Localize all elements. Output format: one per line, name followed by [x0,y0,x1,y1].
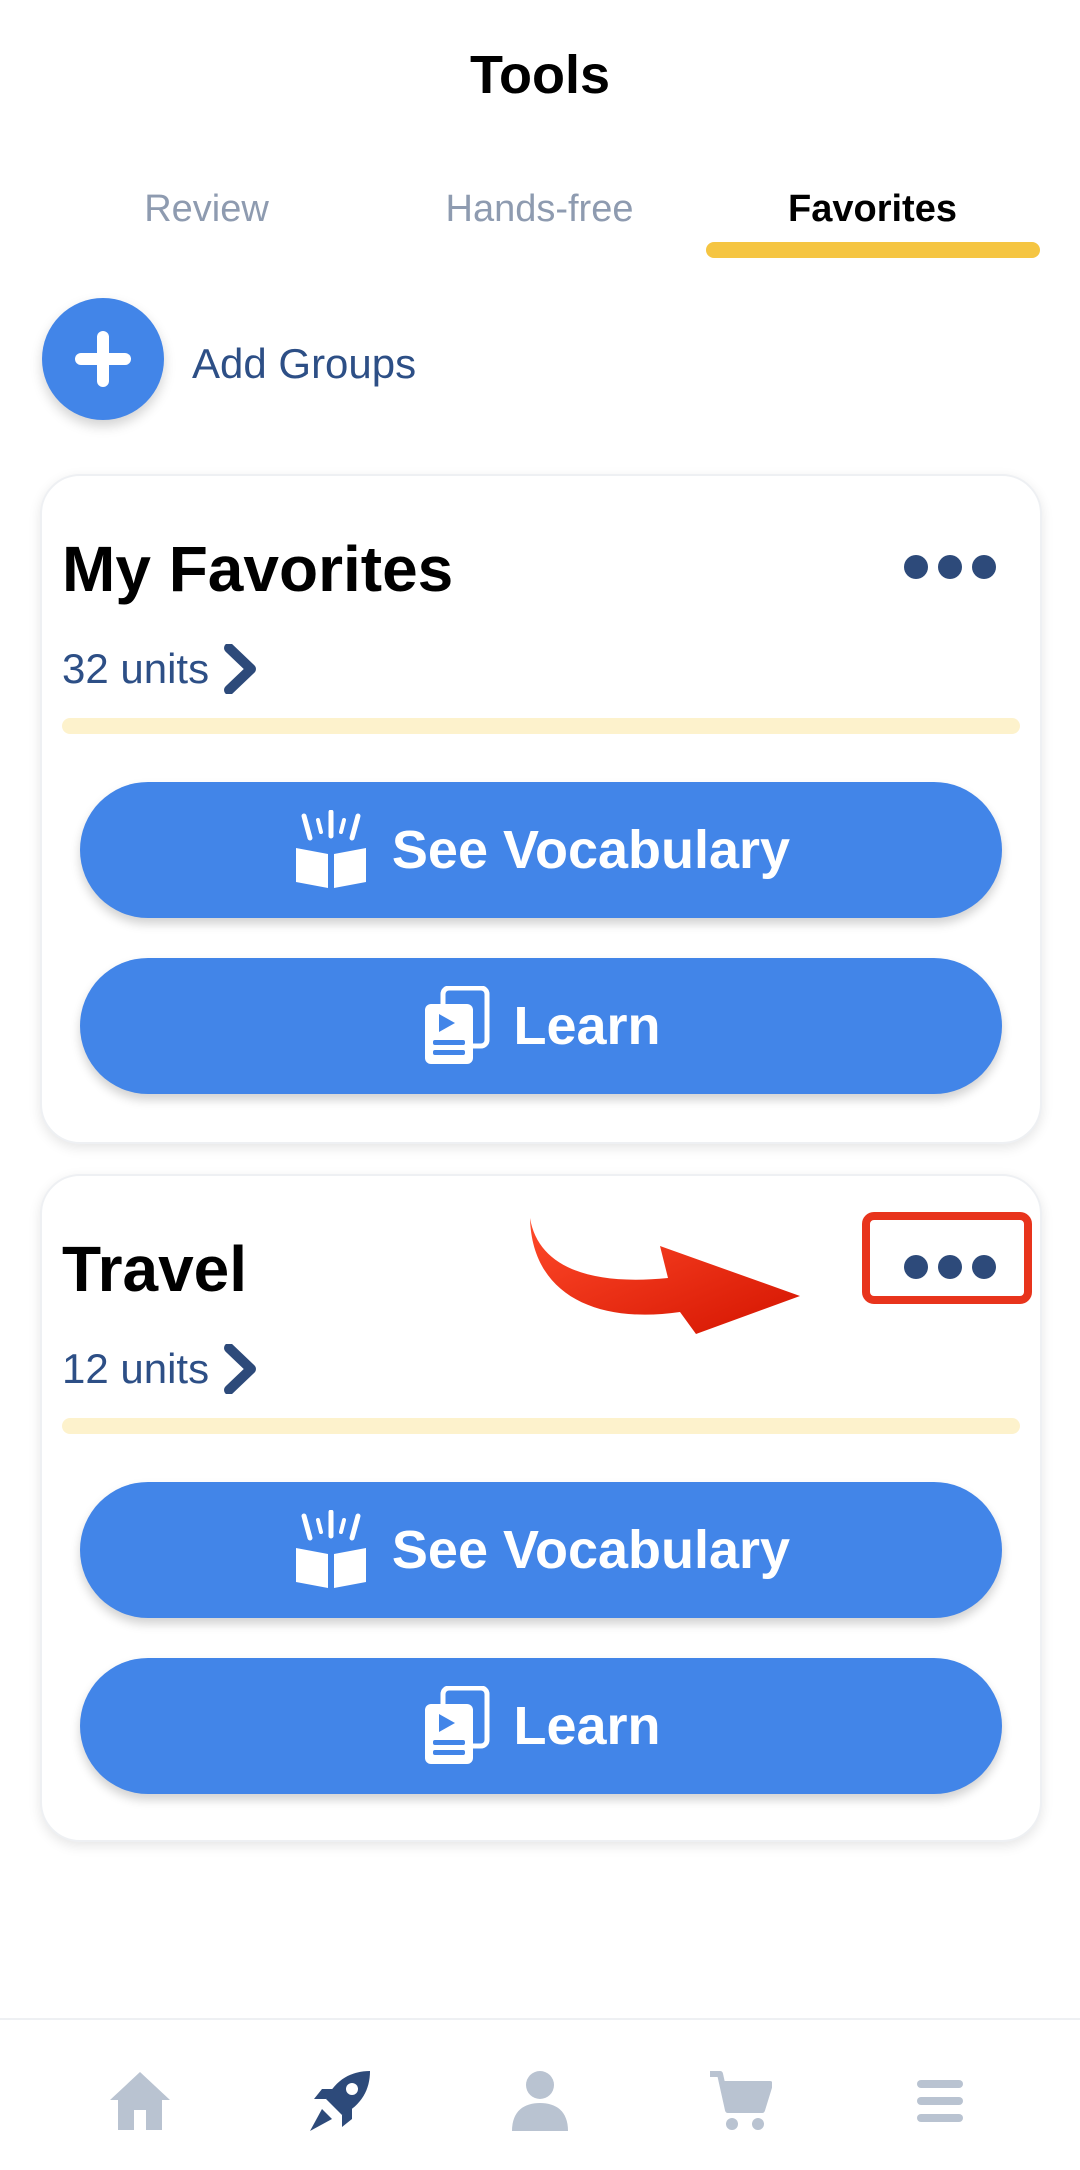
annotation-arrow-icon [530,1218,800,1334]
flashcards-play-icon [425,1686,490,1764]
progress-bar [62,1418,1020,1434]
open-book-sparkle-icon [295,810,366,888]
see-vocabulary-label: See Vocabulary [391,820,791,880]
rocket-icon [310,2071,370,2131]
cart-icon [710,2071,772,2130]
chevron-right-icon [224,1344,257,1394]
annotation-highlight-box [862,1212,1032,1304]
menu-icon [917,2080,963,2122]
learn-button[interactable]: Learn [80,958,1002,1094]
open-book-sparkle-icon [295,1510,366,1588]
more-dots-icon [972,555,996,579]
tab-favorites[interactable]: Favorites [706,188,1039,231]
nav-store[interactable] [700,2066,780,2136]
add-groups-label[interactable]: Add Groups [192,340,416,388]
see-vocabulary-button[interactable]: See Vocabulary [80,1482,1002,1618]
learn-label: Learn [513,996,661,1056]
units-count: 32 units [62,645,210,692]
see-vocabulary-button[interactable]: See Vocabulary [80,782,1002,918]
group-title: Travel [62,1233,248,1305]
more-dots-icon [904,555,928,579]
nav-menu[interactable] [900,2066,980,2136]
profile-icon [512,2071,568,2131]
tab-hands-free[interactable]: Hands-free [373,188,706,231]
plus-icon [75,331,131,387]
see-vocabulary-label: See Vocabulary [391,1520,791,1580]
learn-button[interactable]: Learn [80,1658,1002,1794]
tab-review[interactable]: Review [40,188,373,231]
group-card-my-favorites: My Favorites 32 units See Vocabulary Lea… [40,474,1042,1144]
learn-label: Learn [513,1696,661,1756]
page-title: Tools [470,45,610,105]
more-dots-icon [938,555,962,579]
add-groups-button[interactable] [42,298,164,420]
nav-profile[interactable] [500,2066,580,2136]
nav-tools[interactable] [300,2066,380,2136]
nav-home[interactable] [100,2066,180,2136]
units-link[interactable]: 12 units [62,1344,257,1394]
units-link[interactable]: 32 units [62,644,257,694]
more-options-button[interactable] [890,522,1010,612]
progress-bar [62,718,1020,734]
bottom-navigation [0,2018,1080,2170]
active-tab-indicator [706,242,1040,258]
flashcards-play-icon [425,986,490,1064]
units-count: 12 units [62,1345,210,1392]
group-title: My Favorites [62,533,454,605]
chevron-right-icon [224,644,257,694]
home-icon [110,2072,170,2130]
